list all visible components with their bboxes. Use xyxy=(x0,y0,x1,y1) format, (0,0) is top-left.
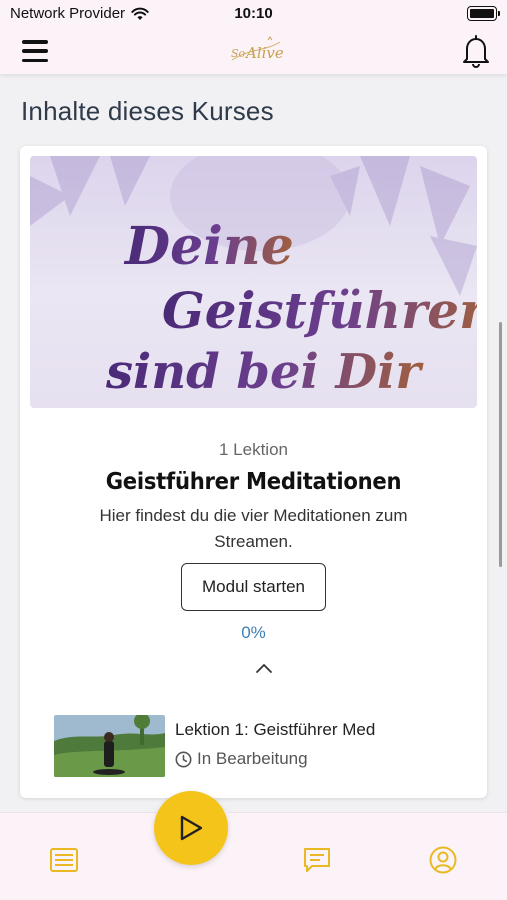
banner-line-2: Geistführer xyxy=(162,281,477,340)
banner-artwork: Deine Geistführer sind bei Dir xyxy=(30,156,477,400)
module-title: Geistführer Meditationen xyxy=(105,469,402,495)
start-module-button[interactable]: Modul starten xyxy=(181,563,326,611)
banner-line-3: sind bei Dir xyxy=(105,344,424,400)
app-header: So Alive xyxy=(0,28,507,74)
course-list-icon[interactable] xyxy=(49,845,79,875)
module-description: Hier findest du die vier Meditationen zu… xyxy=(99,506,408,551)
svg-text:Alive: Alive xyxy=(244,44,284,62)
clock-icon xyxy=(175,751,192,767)
lesson-status: In Bearbeitung xyxy=(175,749,308,769)
lesson-thumbnail xyxy=(54,715,165,777)
banner-line-1: Deine xyxy=(123,216,294,277)
lesson-list-item[interactable]: Lektion 1: Geistführer Med In Bearbeitun… xyxy=(50,712,470,778)
brand-logo: So Alive xyxy=(231,36,284,62)
module-card: Deine Geistführer sind bei Dir 1 Lektion… xyxy=(20,146,487,798)
battery-icon xyxy=(467,6,500,21)
module-banner-image[interactable]: Deine Geistführer sind bei Dir xyxy=(30,156,477,408)
chat-icon[interactable] xyxy=(302,845,332,875)
lesson-title: Lektion 1: Geistführer Med xyxy=(175,720,376,739)
section-title: Inhalte dieses Kurses xyxy=(21,96,274,126)
status-bar: Network Provider 10:10 xyxy=(0,0,507,28)
progress-percent: 0% xyxy=(241,623,266,642)
lesson-status-label: In Bearbeitung xyxy=(197,749,308,768)
hamburger-menu-icon[interactable] xyxy=(22,40,48,62)
lesson-count: 1 Lektion xyxy=(219,440,288,459)
play-button[interactable] xyxy=(154,791,228,865)
bell-icon[interactable] xyxy=(461,34,491,68)
play-icon xyxy=(180,815,203,841)
svg-text:So: So xyxy=(231,47,246,60)
scrollbar[interactable] xyxy=(499,322,502,567)
user-profile-icon[interactable] xyxy=(428,845,458,875)
status-time: 10:10 xyxy=(234,5,273,22)
bottom-navigation xyxy=(0,812,507,900)
chevron-up-icon[interactable] xyxy=(254,661,274,675)
